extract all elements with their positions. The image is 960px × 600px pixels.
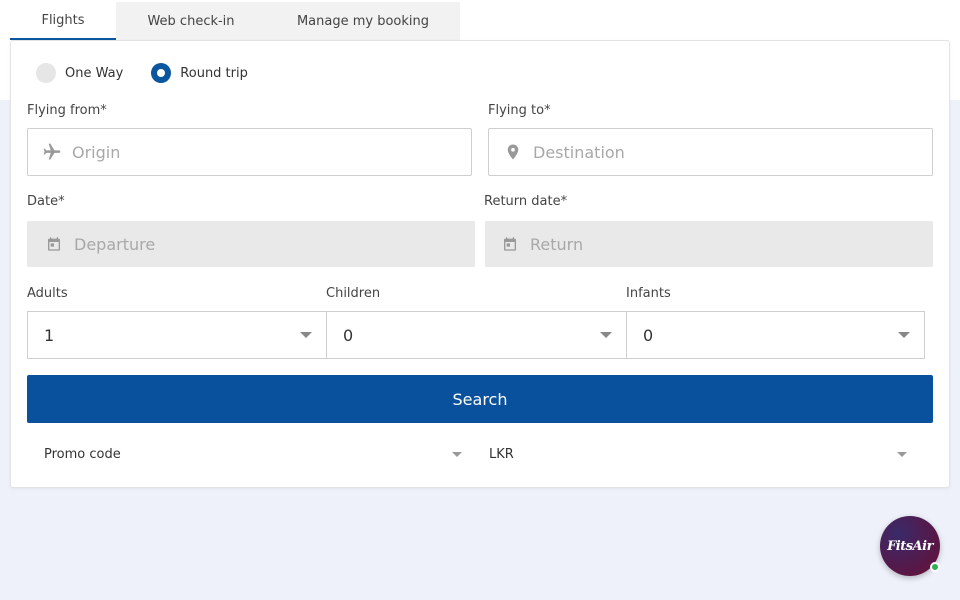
- online-status-dot: [930, 562, 940, 572]
- departure-input[interactable]: [74, 234, 414, 254]
- fitsair-logo: FitsAir: [887, 538, 933, 554]
- one-way-radio[interactable]: [36, 63, 56, 83]
- chevron-down-icon: [600, 332, 612, 338]
- destination-input[interactable]: [533, 142, 873, 162]
- promo-code-label: Promo code: [44, 446, 121, 462]
- chevron-down-icon: [897, 451, 907, 457]
- trip-type-group: One Way Round trip: [36, 63, 276, 83]
- date-label: Date*: [27, 194, 65, 209]
- round-trip-label: Round trip: [180, 65, 248, 81]
- chevron-down-icon: [452, 451, 462, 457]
- one-way-label: One Way: [65, 65, 124, 81]
- round-trip-radio[interactable]: [151, 63, 172, 83]
- promo-code-toggle[interactable]: Promo code: [44, 439, 462, 469]
- plane-icon: [42, 142, 62, 162]
- calendar-icon: [500, 234, 520, 254]
- chevron-down-icon: [898, 332, 910, 338]
- currency-value: LKR: [489, 446, 514, 462]
- flight-search-card: One Way Round trip Flying from* Flying t…: [10, 40, 950, 488]
- search-button[interactable]: Search: [27, 375, 933, 423]
- one-way-option[interactable]: One Way: [36, 63, 123, 83]
- adults-label: Adults: [27, 286, 68, 301]
- flying-from-label: Flying from*: [27, 103, 107, 118]
- children-value: 0: [343, 325, 354, 345]
- infants-select[interactable]: 0: [626, 311, 925, 359]
- flying-to-field[interactable]: [488, 128, 933, 176]
- infants-value: 0: [643, 325, 654, 345]
- booking-tabs: Flights Web check-in Manage my booking: [10, 2, 460, 40]
- return-date-label: Return date*: [484, 194, 568, 209]
- return-date-field[interactable]: [485, 221, 933, 267]
- tab-web-check-in[interactable]: Web check-in: [116, 2, 266, 40]
- departure-date-field[interactable]: [27, 221, 475, 267]
- map-pin-icon: [503, 142, 523, 162]
- children-select[interactable]: 0: [326, 311, 627, 359]
- flying-to-label: Flying to*: [488, 103, 551, 118]
- booking-page: Flights Web check-in Manage my booking O…: [0, 0, 960, 600]
- return-input[interactable]: [530, 234, 870, 254]
- flying-from-field[interactable]: [27, 128, 472, 176]
- tab-flights[interactable]: Flights: [10, 2, 116, 40]
- adults-value: 1: [44, 325, 55, 345]
- chevron-down-icon: [300, 332, 312, 338]
- children-label: Children: [326, 286, 381, 301]
- round-trip-option[interactable]: Round trip: [151, 63, 248, 83]
- adults-select[interactable]: 1: [27, 311, 327, 359]
- currency-select[interactable]: LKR: [489, 439, 907, 469]
- infants-label: Infants: [626, 286, 671, 301]
- tab-manage-my-booking[interactable]: Manage my booking: [266, 2, 460, 40]
- calendar-icon: [44, 234, 64, 254]
- origin-input[interactable]: [72, 142, 412, 162]
